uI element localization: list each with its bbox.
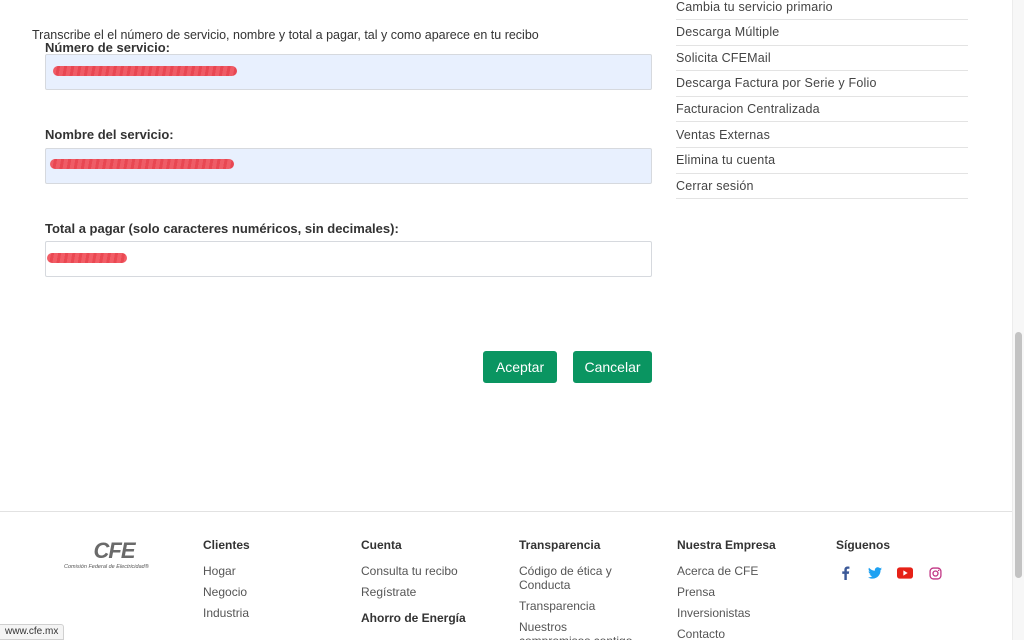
side-menu-item-solicita-cfemail[interactable]: Solicita CFEMail: [676, 46, 968, 72]
footer-column-transparencia: Transparencia Código de ética y Conducta…: [519, 538, 639, 640]
cfe-logo[interactable]: CFE Comisión Federal de Electricidad®: [64, 538, 160, 570]
side-menu-item-facturacion-centralizada[interactable]: Facturacion Centralizada: [676, 97, 968, 123]
footer-link-hogar[interactable]: Hogar: [203, 564, 250, 578]
footer-link-compromisos[interactable]: Nuestros compromisos contigo: [519, 620, 639, 640]
side-menu-item-cambia-servicio[interactable]: Cambia tu servicio primario: [676, 0, 968, 20]
logo-mark: CFE: [93, 538, 136, 563]
total-label: Total a pagar (solo caracteres numéricos…: [45, 221, 399, 236]
twitter-icon[interactable]: [866, 564, 884, 582]
footer-column-empresa: Nuestra Empresa Acerca de CFE Prensa Inv…: [677, 538, 776, 640]
service-number-label: Número de servicio:: [45, 40, 170, 55]
footer-heading: Síguenos: [836, 538, 891, 552]
footer-link-industria[interactable]: Industria: [203, 606, 250, 620]
footer-heading: Cuenta: [361, 538, 402, 552]
footer-heading: Clientes: [203, 538, 250, 552]
facebook-icon[interactable]: [836, 564, 854, 582]
logo-subtitle: Comisión Federal de Electricidad®: [64, 564, 149, 570]
footer-subheading-ahorro[interactable]: Ahorro de Energía: [361, 611, 466, 625]
status-bar-url: www.cfe.mx: [0, 624, 65, 640]
redaction-mark: [53, 66, 237, 76]
footer-heading: Nuestra Empresa: [677, 538, 776, 552]
footer-link-acerca[interactable]: Acerca de CFE: [677, 564, 776, 578]
side-menu-item-ventas-externas[interactable]: Ventas Externas: [676, 122, 968, 148]
accept-button[interactable]: Aceptar: [483, 351, 557, 383]
page-scrollbar[interactable]: [1012, 0, 1024, 640]
side-menu: Cambia tu servicio primario Descarga Múl…: [676, 0, 968, 200]
footer-link-contacto[interactable]: Contacto: [677, 627, 776, 640]
side-menu-item-descarga-multiple[interactable]: Descarga Múltiple: [676, 20, 968, 46]
footer-link-registrate[interactable]: Regístrate: [361, 585, 466, 599]
cancel-button[interactable]: Cancelar: [573, 351, 652, 383]
footer-link-prensa[interactable]: Prensa: [677, 585, 776, 599]
footer-heading: Transparencia: [519, 538, 601, 552]
scrollbar-thumb[interactable]: [1015, 332, 1022, 578]
service-name-label: Nombre del servicio:: [45, 127, 174, 142]
redaction-mark: [50, 159, 234, 169]
footer-column-clientes: Clientes Hogar Negocio Industria: [203, 538, 250, 627]
redaction-mark: [47, 253, 127, 263]
footer-column-siguenos: Síguenos: [836, 538, 944, 582]
youtube-icon[interactable]: [896, 564, 914, 582]
site-footer: CFE Comisión Federal de Electricidad® Cl…: [0, 511, 1012, 640]
side-menu-item-descarga-factura[interactable]: Descarga Factura por Serie y Folio: [676, 71, 968, 97]
footer-link-consulta-recibo[interactable]: Consulta tu recibo: [361, 564, 466, 578]
instagram-icon[interactable]: [926, 564, 944, 582]
side-menu-item-cerrar-sesion[interactable]: Cerrar sesión: [676, 174, 968, 200]
footer-column-cuenta: Cuenta Consulta tu recibo Regístrate Aho…: [361, 538, 466, 631]
footer-link-negocio[interactable]: Negocio: [203, 585, 250, 599]
social-links: [836, 564, 944, 582]
total-input[interactable]: [45, 241, 652, 277]
footer-link-transparencia[interactable]: Transparencia: [519, 599, 639, 613]
footer-link-codigo-etica[interactable]: Código de ética y Conducta: [519, 564, 639, 592]
side-menu-item-elimina-cuenta[interactable]: Elimina tu cuenta: [676, 148, 968, 174]
footer-link-inversionistas[interactable]: Inversionistas: [677, 606, 776, 620]
